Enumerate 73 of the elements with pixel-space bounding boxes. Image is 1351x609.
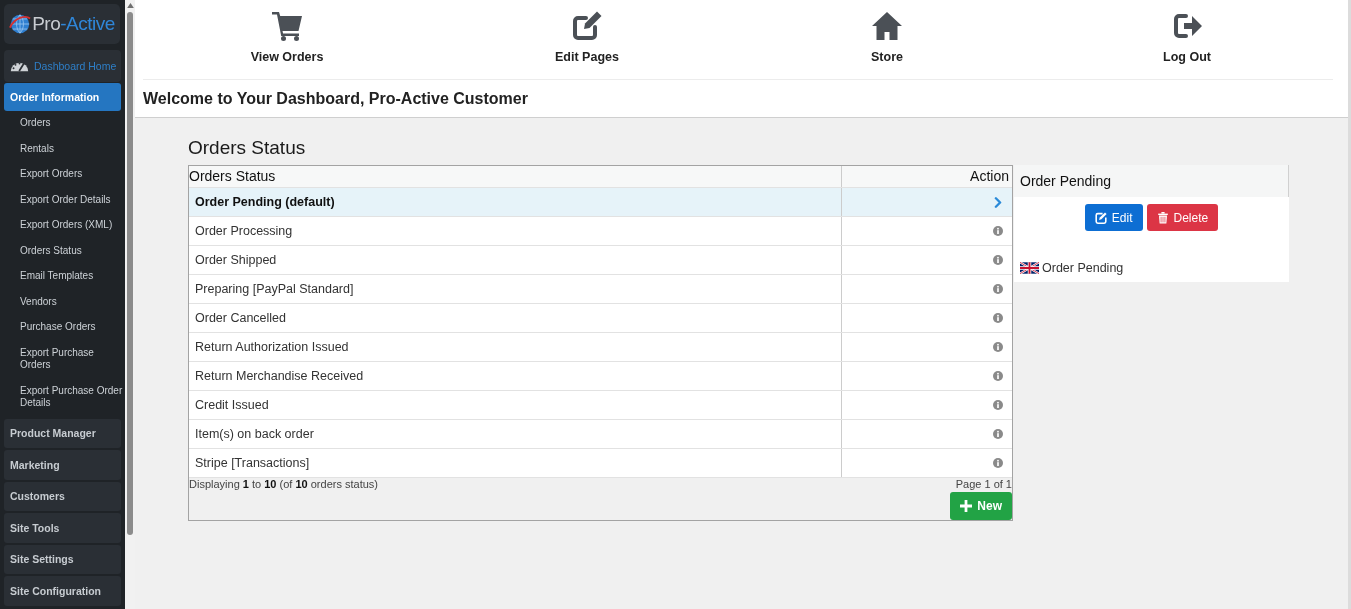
scroll-up-icon[interactable] [126, 3, 134, 8]
nav-link[interactable]: Log Out [1163, 0, 1211, 64]
edit-button[interactable]: Edit [1084, 204, 1143, 231]
table-row[interactable]: Order Cancelled [189, 303, 1012, 332]
gauge-icon [10, 60, 29, 72]
edit-icon [1094, 211, 1107, 224]
submenu-item[interactable]: Export Purchase Order Details [0, 378, 125, 417]
status-name: Order Pending [1042, 261, 1124, 275]
page-title: Orders Status [188, 137, 306, 159]
info-icon[interactable] [993, 255, 1003, 265]
info-icon[interactable] [993, 458, 1003, 468]
nav-link[interactable]: Store [871, 0, 903, 64]
table-row[interactable]: Item(s) on back order [189, 419, 1012, 448]
panel-title: Order Pending [1020, 173, 1112, 189]
table-row[interactable]: Stripe [Transactions] [189, 448, 1012, 477]
welcome-text: Welcome to Your Dashboard, Pro-Active Customer [143, 89, 528, 108]
table-row[interactable]: Order Processing [189, 216, 1012, 245]
table-cell: Item(s) on back order [195, 427, 314, 441]
table-row[interactable]: Return Authorization Issued [189, 332, 1012, 361]
sidebar-section[interactable]: Marketing [4, 450, 121, 480]
globe-icon [9, 13, 32, 35]
edit-icon [571, 10, 603, 42]
nav-link[interactable]: Edit Pages [555, 0, 619, 64]
submenu-item[interactable]: Email Templates [0, 264, 125, 290]
submenu-item[interactable]: Rentals [0, 136, 125, 162]
table-cell: Stripe [Transactions] [195, 456, 310, 470]
submenu-item[interactable]: Vendors [0, 289, 125, 315]
info-icon[interactable] [993, 342, 1003, 352]
flag-icon [1020, 262, 1039, 274]
plus-icon [960, 500, 973, 512]
submenu-item[interactable]: Export Order Details [0, 187, 125, 213]
cart-icon [271, 10, 303, 42]
table-row[interactable]: Order Shipped [189, 245, 1012, 274]
submenu-item[interactable]: Purchase Orders [0, 315, 125, 341]
table-row[interactable]: Order Pending (default) [189, 187, 1012, 216]
submenu-item[interactable]: Orders [0, 111, 125, 137]
info-icon[interactable] [993, 313, 1003, 323]
logo-text: Pro-Active [32, 13, 115, 35]
table-cell: Preparing [PayPal Standard] [195, 282, 354, 296]
table-row[interactable]: Preparing [PayPal Standard] [189, 274, 1012, 303]
chevron-right-icon[interactable] [994, 196, 1002, 208]
submenu-item[interactable]: Orders Status [0, 238, 125, 264]
column-header: Orders Status [189, 167, 277, 186]
displaying-text: Displaying 1 to 10 (of 10 orders status) [189, 478, 378, 491]
nav-link[interactable]: View Orders [250, 0, 324, 64]
submenu-item[interactable]: Export Purchase Orders [0, 340, 125, 379]
table-cell: Order Processing [195, 224, 293, 238]
sidebar-section[interactable]: Site Tools [4, 513, 121, 543]
sidebar-section[interactable]: Site Configuration [4, 576, 121, 606]
submenu-item[interactable]: Export Orders (XML) [0, 213, 125, 239]
info-icon[interactable] [993, 371, 1003, 381]
table-row[interactable]: Return Merchandise Received [189, 361, 1012, 390]
table-cell: Order Cancelled [195, 311, 286, 325]
info-icon[interactable] [993, 226, 1003, 236]
scrollbar-thumb[interactable] [127, 12, 133, 535]
delete-button[interactable]: Delete [1146, 204, 1219, 231]
info-icon[interactable] [993, 429, 1003, 439]
table-cell: Order Pending (default) [195, 195, 335, 209]
info-icon[interactable] [993, 400, 1003, 410]
sidebar-section[interactable]: Site Settings [4, 544, 121, 574]
pagination-text: Page 1 of 1 [955, 478, 1012, 491]
sidebar-section[interactable]: Customers [4, 481, 121, 511]
info-icon[interactable] [993, 284, 1003, 294]
table-cell: Credit Issued [195, 398, 269, 412]
sidebar-section[interactable]: Order Information [4, 83, 121, 111]
table-cell: Order Shipped [195, 253, 277, 267]
table-row[interactable]: Credit Issued [189, 390, 1012, 419]
table-cell: Return Authorization Issued [195, 340, 349, 354]
home-icon [871, 10, 903, 42]
table-cell: Return Merchandise Received [195, 369, 364, 383]
trash-icon [1156, 211, 1169, 224]
sidebar-section[interactable]: Product Manager [4, 418, 121, 448]
submenu-item[interactable]: Export Orders [0, 162, 125, 188]
